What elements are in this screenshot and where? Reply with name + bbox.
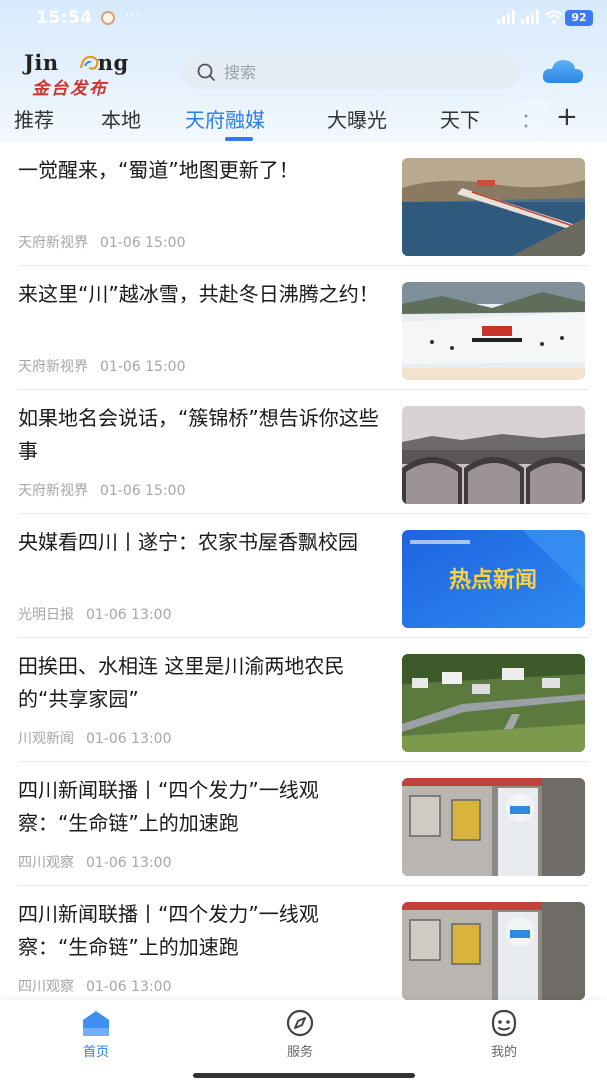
ski-resort-photo — [402, 282, 585, 380]
news-meta: 天府新视界 01-06 15:00 — [18, 232, 185, 252]
wifi-icon — [545, 10, 563, 24]
nav-mine-label: 我的 — [490, 1045, 517, 1060]
news-source: 天府新视界 — [18, 359, 88, 375]
compass-icon — [286, 1009, 314, 1037]
tabs-fade — [500, 100, 550, 140]
status-bar: 15:54 ··· 92 — [0, 0, 607, 38]
tab-local[interactable]: 本地 — [101, 104, 141, 133]
bottom-navigation: 首页 服务 我的 — [0, 1000, 607, 1080]
news-source: 川观新闻 — [18, 731, 74, 747]
news-title: 如果地名会说话，“簇锦桥”想告诉你这些事 — [18, 406, 379, 463]
news-item[interactable]: 央媒看四川丨遂宁：农家书屋香飘校园 光明日报 01-06 13:00 热点新闻 — [0, 514, 607, 638]
news-title: 田挨田、水相连 这里是川渝两地农民的“共享家园” — [18, 654, 345, 711]
news-meta: 四川观察 01-06 13:00 — [18, 976, 171, 996]
news-meta: 川观新闻 01-06 13:00 — [18, 728, 171, 748]
home-icon — [83, 1011, 109, 1036]
search-input[interactable] — [224, 62, 484, 82]
signal-icon — [521, 10, 539, 24]
news-meta: 四川观察 01-06 13:00 — [18, 852, 171, 872]
home-indicator — [193, 1073, 415, 1078]
news-source: 四川观察 — [18, 979, 74, 995]
nav-mine[interactable]: 我的 — [464, 1008, 544, 1060]
tab-tianfu-media[interactable]: 天府融媒 — [185, 104, 265, 133]
news-meta: 天府新视界 01-06 15:00 — [18, 356, 185, 376]
news-item[interactable]: 如果地名会说话，“簇锦桥”想告诉你这些事 天府新视界 01-06 15:00 — [0, 390, 607, 514]
news-time: 01-06 13:00 — [86, 855, 172, 871]
signal-icon — [497, 10, 515, 24]
active-tab-indicator — [225, 137, 253, 141]
nav-service[interactable]: 服务 — [260, 1008, 340, 1060]
logo-swirl-icon — [79, 55, 99, 70]
bridge-aerial-photo — [402, 158, 585, 256]
battery-icon: 92 — [565, 10, 593, 26]
tab-recommend[interactable]: 推荐 — [14, 104, 54, 133]
news-source: 天府新视界 — [18, 483, 88, 499]
news-meta: 天府新视界 01-06 15:00 — [18, 480, 185, 500]
app-logo[interactable]: Jin ng 金台发布 — [24, 50, 142, 99]
news-time: 01-06 15:00 — [100, 359, 186, 375]
channel-tabs: 推荐 本地 天府融媒 大曝光 天下 ： + — [0, 100, 607, 142]
news-item[interactable]: 四川新闻联播丨“四个发力”一线观察：“生命链”上的加速跑 四川观察 01-06 1… — [0, 886, 607, 1010]
status-time: 15:54 — [36, 8, 93, 28]
status-more-dots: ··· — [125, 8, 142, 24]
news-time: 01-06 13:00 — [86, 979, 172, 995]
village-aerial-photo — [402, 654, 585, 752]
news-title: 一觉醒来，“蜀道”地图更新了！ — [18, 158, 299, 182]
news-source: 天府新视界 — [18, 235, 88, 251]
news-item[interactable]: 来这里“川”越冰雪，共赴冬日沸腾之约！ 天府新视界 01-06 15:00 — [0, 266, 607, 390]
news-time: 01-06 15:00 — [100, 235, 186, 251]
notification-icon — [101, 11, 115, 25]
tab-exposure[interactable]: 大曝光 — [327, 104, 387, 133]
news-time: 01-06 13:00 — [86, 607, 172, 623]
news-title: 来这里“川”越冰雪，共赴冬日沸腾之约！ — [18, 282, 379, 306]
search-bar[interactable] — [182, 55, 520, 89]
news-time: 01-06 13:00 — [86, 731, 172, 747]
cloud-icon[interactable] — [541, 56, 585, 86]
news-item[interactable]: 田挨田、水相连 这里是川渝两地农民的“共享家园” 川观新闻 01-06 13:00 — [0, 638, 607, 762]
hot-news-banner: 热点新闻 — [402, 530, 585, 628]
news-source: 光明日报 — [18, 607, 74, 623]
news-time: 01-06 15:00 — [100, 483, 186, 499]
tab-world[interactable]: 天下 — [440, 104, 480, 133]
nav-home-label: 首页 — [82, 1045, 109, 1060]
news-meta: 光明日报 01-06 13:00 — [18, 604, 171, 624]
news-title: 四川新闻联播丨“四个发力”一线观察：“生命链”上的加速跑 — [18, 778, 319, 835]
face-icon — [491, 1009, 517, 1037]
nav-service-label: 服务 — [286, 1045, 313, 1060]
news-title: 央媒看四川丨遂宁：农家书屋香飘校园 — [18, 530, 358, 554]
hot-news-text: 热点新闻 — [449, 567, 537, 593]
nav-home[interactable]: 首页 — [56, 1008, 136, 1060]
news-source: 四川观察 — [18, 855, 74, 871]
lab-worker-photo — [402, 778, 585, 876]
lab-worker-photo — [402, 902, 585, 1000]
logo-subtitle: 金台发布 — [32, 79, 108, 99]
news-item[interactable]: 四川新闻联播丨“四个发力”一线观察：“生命链”上的加速跑 四川观察 01-06 1… — [0, 762, 607, 886]
add-channel-icon[interactable]: + — [556, 102, 578, 132]
status-indicators — [497, 10, 563, 24]
news-title: 四川新闻联播丨“四个发力”一线观察：“生命链”上的加速跑 — [18, 902, 319, 959]
news-item[interactable]: 一觉醒来，“蜀道”地图更新了！ 天府新视界 01-06 15:00 — [0, 142, 607, 266]
old-stone-bridge-photo — [402, 406, 585, 504]
search-icon — [197, 63, 215, 81]
